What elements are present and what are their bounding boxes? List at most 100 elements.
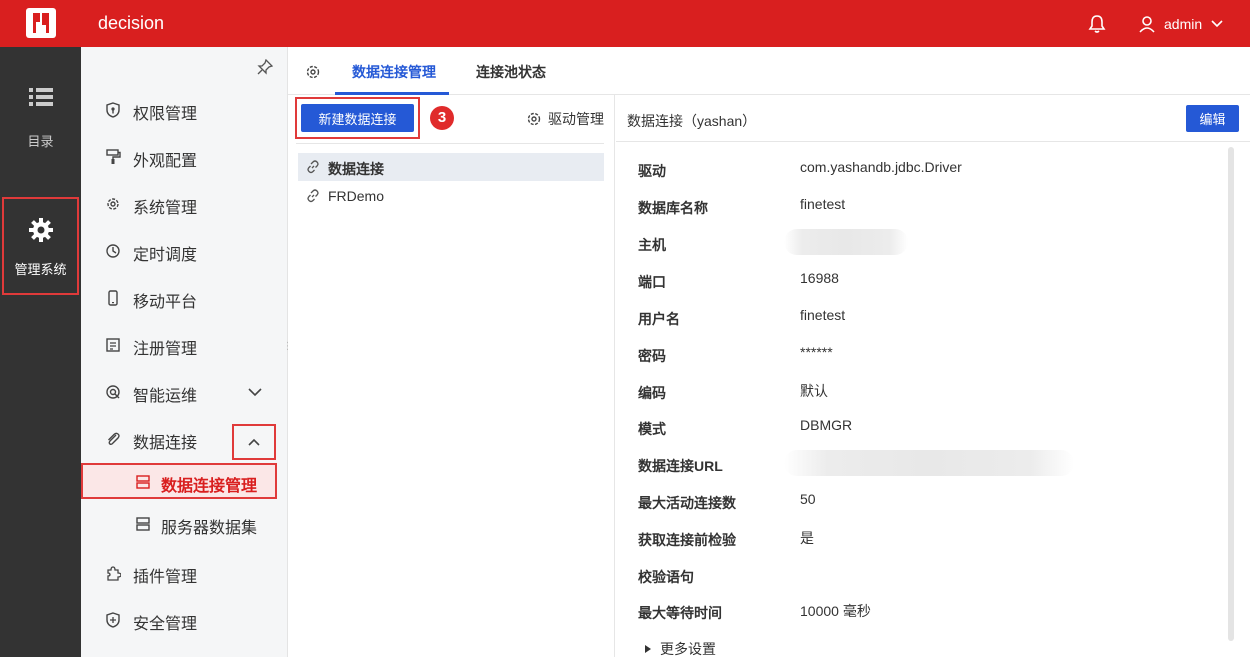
field-key: 最大活动连接数 (638, 495, 736, 511)
settings-gear-icon[interactable] (305, 64, 321, 80)
field-encoding: 编码 默认 (616, 375, 1216, 405)
field-key: 主机 (638, 237, 666, 253)
field-key: 数据库名称 (638, 200, 708, 216)
field-value: com.yashandb.jdbc.Driver (800, 159, 962, 175)
field-key: 校验语句 (638, 569, 694, 585)
sidebar-item-system[interactable]: 系统管理 (81, 186, 288, 222)
sidebar-item-permissions[interactable]: 权限管理 (81, 92, 288, 128)
field-value: 16988 (800, 270, 839, 286)
nav-rail: 目录 管理系统 (0, 47, 81, 657)
logo-icon[interactable] (26, 8, 56, 38)
app-title: decision (98, 13, 165, 33)
field-value: 10000 毫秒 (800, 603, 871, 619)
field-key: 编码 (638, 385, 666, 401)
rail-directory-label: 目录 (27, 134, 54, 149)
ops-icon (106, 385, 120, 399)
sidebar-item-label: 系统管理 (133, 200, 198, 217)
sidebar-subitem-label: 服务器数据集 (161, 520, 258, 537)
sidebar-item-label: 插件管理 (133, 569, 198, 586)
scrollbar[interactable] (1228, 147, 1234, 641)
clock-icon (106, 244, 120, 258)
tab-connection-pool-status[interactable]: 连接池状态 (476, 62, 546, 82)
field-value: 50 (800, 491, 816, 507)
field-validate-before-get: 获取连接前检验 是 (616, 522, 1216, 552)
sidebar-item-schedule[interactable]: 定时调度 (81, 233, 288, 269)
connection-item[interactable]: 数据连接 (298, 153, 604, 181)
shield-plus-icon (106, 612, 120, 628)
field-key: 数据连接URL (638, 458, 723, 474)
shield-key-icon (106, 102, 120, 118)
connection-item[interactable]: FRDemo (298, 182, 604, 210)
sidebar-item-security[interactable]: 安全管理 (81, 602, 288, 638)
sidebar-subitem-server-dataset[interactable]: 服务器数据集 (81, 506, 288, 542)
bell-icon[interactable] (1088, 14, 1106, 34)
field-max-active-connections: 最大活动连接数 50 (616, 485, 1216, 515)
sidebar: 权限管理 外观配置 系统管理 定时调度 移动平台 注册管理 智能运维 数据连接 … (81, 47, 288, 657)
user-menu[interactable]: admin (1138, 14, 1224, 34)
sidebar-subitem-label: 数据连接管理 (161, 478, 258, 495)
rail-admin-label: 管理系统 (14, 262, 67, 277)
paint-roller-icon (106, 149, 121, 164)
field-password: 密码 ****** (616, 338, 1216, 368)
sidebar-item-register[interactable]: 注册管理 (81, 327, 288, 363)
field-key: 用户名 (638, 311, 680, 327)
sidebar-item-label: 数据连接 (133, 435, 198, 452)
connection-detail-panel: 数据连接（yashan） 编辑 驱动 com.yashandb.jdbc.Dri… (616, 95, 1250, 657)
detail-title: 数据连接（yashan） (627, 113, 757, 129)
sidebar-item-label: 外观配置 (133, 153, 198, 170)
pin-icon[interactable] (257, 59, 273, 75)
sidebar-item-appearance[interactable]: 外观配置 (81, 139, 288, 175)
field-port: 端口 16988 (616, 264, 1216, 294)
field-key: 模式 (638, 421, 666, 437)
sidebar-item-label: 权限管理 (133, 106, 198, 123)
more-settings-toggle[interactable]: 更多设置 (644, 639, 716, 657)
field-key: 密码 (638, 348, 666, 364)
gear-icon (28, 218, 53, 242)
field-value: 是 (800, 530, 814, 546)
divider (296, 143, 604, 144)
new-data-connection-button[interactable]: 新建数据连接 (301, 104, 414, 132)
field-schema: 模式 DBMGR (616, 411, 1216, 441)
field-value: ****** (800, 344, 833, 360)
field-value: 默认 (800, 383, 828, 399)
field-key: 最大等待时间 (638, 605, 722, 621)
tab-data-connection-management[interactable]: 数据连接管理 (352, 62, 436, 82)
sidebar-subitem-data-connection-management[interactable]: 数据连接管理 (81, 463, 277, 499)
field-driver: 驱动 com.yashandb.jdbc.Driver (616, 153, 1216, 183)
field-value: DBMGR (800, 417, 853, 433)
link-icon (307, 189, 319, 203)
connection-item-label: FRDemo (328, 188, 385, 204)
chevron-down-icon[interactable] (247, 386, 263, 398)
driver-management-button[interactable]: 驱动管理 (526, 109, 604, 129)
sidebar-item-plugins[interactable]: 插件管理 (81, 555, 288, 591)
list-icon (28, 88, 53, 106)
sidebar-item-label: 安全管理 (133, 616, 198, 633)
paperclip-icon (108, 432, 120, 446)
field-key: 获取连接前检验 (638, 532, 736, 548)
highlight-box: 新建数据连接 (295, 97, 420, 139)
field-key: 驱动 (638, 163, 666, 179)
sidebar-item-label: 定时调度 (133, 247, 198, 264)
register-icon (106, 338, 120, 352)
chevron-down-icon (1211, 20, 1223, 28)
field-username: 用户名 finetest (616, 301, 1216, 331)
user-name: admin (1164, 16, 1203, 32)
divider (616, 141, 1250, 142)
sidebar-item-mobile[interactable]: 移动平台 (81, 280, 288, 316)
rail-directory[interactable]: 目录 (0, 87, 81, 150)
redacted-value (784, 229, 908, 255)
field-key: 端口 (638, 274, 666, 290)
field-host: 主机 (616, 227, 1216, 257)
chevron-up-icon (248, 438, 260, 446)
collapse-toggle[interactable] (232, 424, 276, 460)
user-icon (1139, 16, 1155, 33)
gear-icon (527, 112, 541, 126)
field-connection-url: 数据连接URL (616, 448, 1216, 478)
field-database-name: 数据库名称 finetest (616, 190, 1216, 220)
sidebar-item-label: 智能运维 (133, 388, 198, 405)
field-value: finetest (800, 196, 846, 212)
top-bar: decision admin (0, 0, 1250, 47)
edit-button[interactable]: 编辑 (1186, 105, 1239, 132)
rail-admin-system[interactable]: 管理系统 (2, 197, 79, 295)
connection-item-label: 数据连接 (328, 161, 384, 177)
